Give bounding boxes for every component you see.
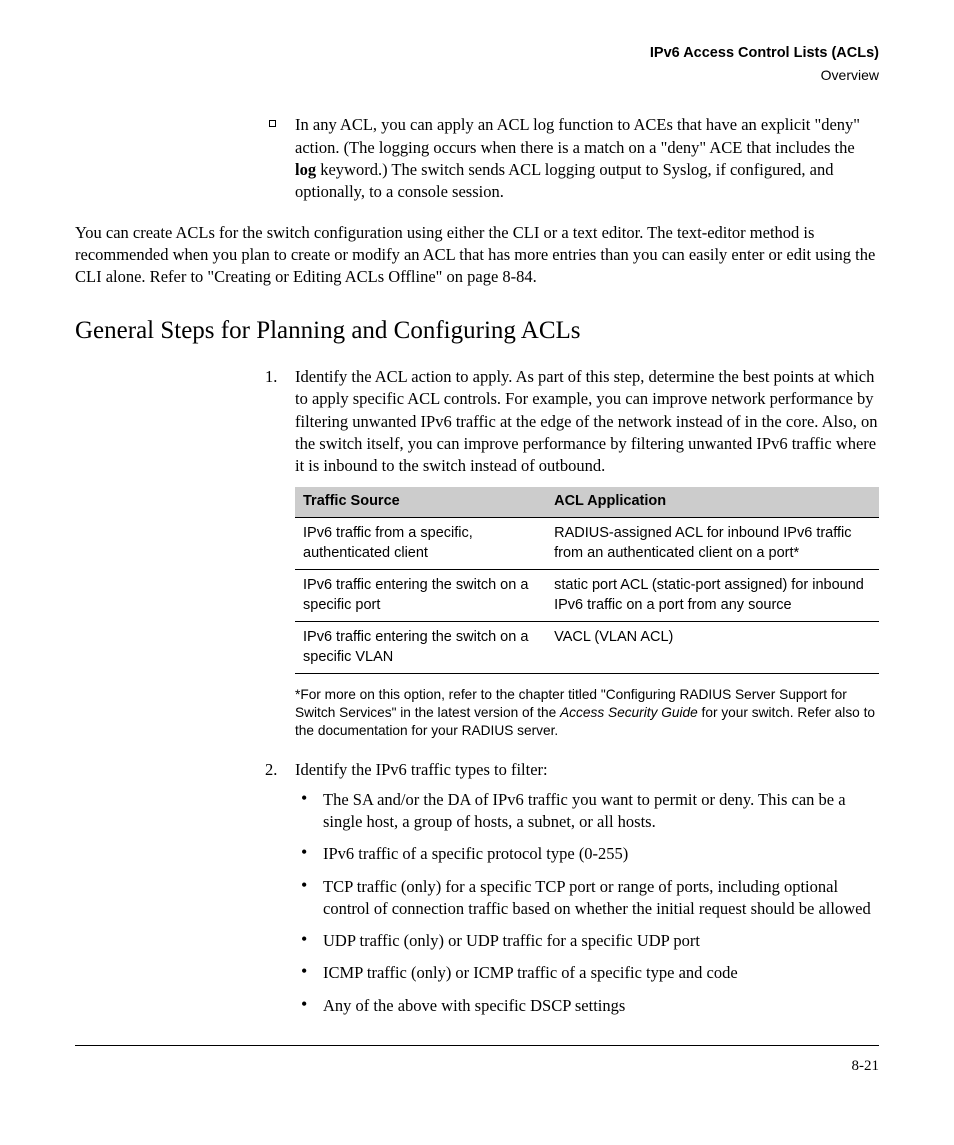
list-item: ICMP traffic (only) or ICMP traffic of a… <box>295 962 879 984</box>
footnote-italic: Access Security Guide <box>560 705 698 720</box>
steps-content: Identify the ACL action to apply. As par… <box>265 366 879 1017</box>
footer-rule <box>75 1045 879 1046</box>
list-item: The SA and/or the DA of IPv6 traffic you… <box>295 789 879 834</box>
intro-paragraph: You can create ACLs for the switch confi… <box>75 222 879 289</box>
page-header: IPv6 Access Control Lists (ACLs) Overvie… <box>75 44 879 84</box>
step1-text: Identify the ACL action to apply. As par… <box>295 367 878 475</box>
header-subtitle: Overview <box>75 66 879 85</box>
list-item: TCP traffic (only) for a specific TCP po… <box>295 876 879 921</box>
table-footnote: *For more on this option, refer to the c… <box>295 686 879 740</box>
step2-bullet-list: The SA and/or the DA of IPv6 traffic you… <box>295 789 879 1017</box>
cell-source: IPv6 traffic from a specific, authentica… <box>295 517 546 569</box>
page-number: 8-21 <box>75 1056 879 1076</box>
table-row: IPv6 traffic entering the switch on a sp… <box>295 570 879 622</box>
cell-source: IPv6 traffic entering the switch on a sp… <box>295 570 546 622</box>
cell-app: static port ACL (static-port assigned) f… <box>546 570 879 622</box>
cell-source: IPv6 traffic entering the switch on a sp… <box>295 622 546 674</box>
numbered-list-cont: Identify the IPv6 traffic types to filte… <box>265 759 879 1017</box>
square-bullet-list: In any ACL, you can apply an ACL log fun… <box>265 114 879 203</box>
table-row: IPv6 traffic entering the switch on a sp… <box>295 622 879 674</box>
step2-text: Identify the IPv6 traffic types to filte… <box>295 760 548 779</box>
acl-application-table: Traffic Source ACL Application IPv6 traf… <box>295 487 879 674</box>
numbered-list: Identify the ACL action to apply. As par… <box>265 366 879 674</box>
header-title: IPv6 Access Control Lists (ACLs) <box>75 44 879 64</box>
bullet-text-pre: In any ACL, you can apply an ACL log fun… <box>295 115 860 156</box>
list-item: In any ACL, you can apply an ACL log fun… <box>265 114 879 203</box>
bullet-bold: log <box>295 160 316 179</box>
list-item: Any of the above with specific DSCP sett… <box>295 995 879 1017</box>
list-item: IPv6 traffic of a specific protocol type… <box>295 843 879 865</box>
bullet-text-post: keyword.) The switch sends ACL logging o… <box>295 160 834 201</box>
table-row: IPv6 traffic from a specific, authentica… <box>295 517 879 569</box>
main-content: In any ACL, you can apply an ACL log fun… <box>265 114 879 203</box>
step-1: Identify the ACL action to apply. As par… <box>265 366 879 674</box>
cell-app: VACL (VLAN ACL) <box>546 622 879 674</box>
table-header-source: Traffic Source <box>295 487 546 517</box>
section-heading: General Steps for Planning and Configuri… <box>75 314 879 348</box>
cell-app: RADIUS-assigned ACL for inbound IPv6 tra… <box>546 517 879 569</box>
list-item: UDP traffic (only) or UDP traffic for a … <box>295 930 879 952</box>
step-2: Identify the IPv6 traffic types to filte… <box>265 759 879 1017</box>
table-header-application: ACL Application <box>546 487 879 517</box>
